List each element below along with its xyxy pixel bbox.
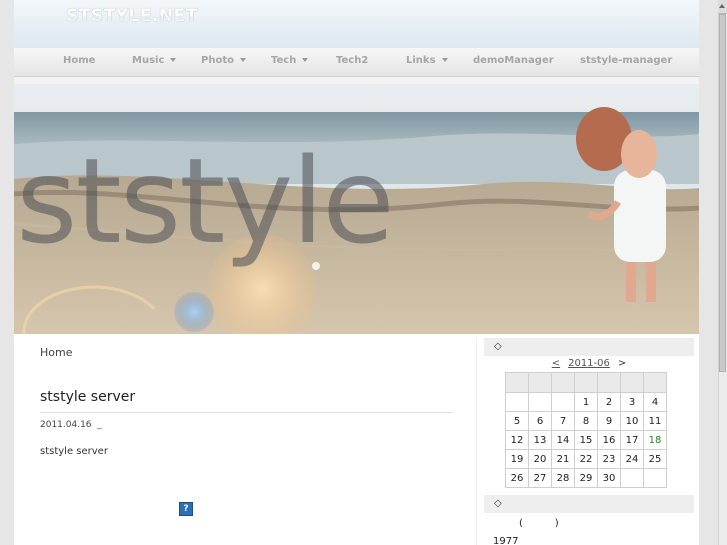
- breadcrumb[interactable]: Home: [40, 346, 72, 359]
- calendar-day-cell: 27: [528, 468, 552, 488]
- banner-title: ststyle: [16, 132, 393, 270]
- calendar-month-link[interactable]: 2011-06: [568, 358, 610, 369]
- nav-spacer: [14, 77, 699, 84]
- title-divider: [40, 412, 453, 413]
- calendar-next-link[interactable]: >: [618, 358, 626, 369]
- calendar-week-row: 5 6 7 8 9 10 11: [505, 411, 667, 431]
- chevron-down-icon: [441, 58, 448, 62]
- calendar-weekday-cell: [597, 372, 621, 393]
- nav-item-ststyle-manager[interactable]: ststyle-manager: [580, 55, 672, 66]
- chevron-down-icon: [170, 58, 177, 62]
- nav-item-tech2[interactable]: Tech2: [336, 55, 368, 66]
- calendar-day-cell: 20: [528, 449, 552, 469]
- post-title[interactable]: ststyle server: [40, 389, 135, 405]
- calendar-weekday-cell: [574, 372, 598, 393]
- sidebar-divider: [476, 338, 477, 545]
- content-area: Home ststyle server 2011.04.16 _ ststyle…: [14, 334, 699, 545]
- calendar-day-cell: [551, 392, 575, 412]
- calendar-day-cell: 4: [643, 392, 667, 412]
- calendar-day-cell: 13: [528, 430, 552, 450]
- scroll-up-arrow-icon[interactable]: [718, 0, 727, 14]
- calendar-day-cell: 28: [551, 468, 575, 488]
- nav-item-music[interactable]: Music: [132, 55, 177, 66]
- calendar-week-row: 12 13 14 15 16 17 18: [505, 430, 667, 450]
- calendar-week-row: 1 2 3 4: [505, 392, 667, 412]
- calendar-weekday-cell: [528, 372, 552, 393]
- page: STSTYLE.NET STSTYLE.NET Home Music Photo…: [14, 0, 699, 545]
- calendar-weekday-cell: [551, 372, 575, 393]
- window-scrollbar[interactable]: [699, 0, 727, 545]
- calendar-day-cell: 7: [551, 411, 575, 431]
- calendar-table: 1 2 3 4 5 6 7 8 9 10 11 12 13 14 15 16 1…: [505, 372, 667, 488]
- profile-year-text: 1977: [493, 536, 519, 545]
- site-header: STSTYLE.NET STSTYLE.NET: [14, 0, 699, 48]
- beach-photo: ststyle: [14, 84, 699, 334]
- calendar-weekday-cell: [505, 372, 529, 393]
- calendar-day-cell: 1: [574, 392, 598, 412]
- help-icon[interactable]: ?: [179, 502, 193, 516]
- post-body: ststyle server: [40, 446, 108, 457]
- calendar-day-cell: 3: [620, 392, 644, 412]
- diamond-icon: ◇: [494, 498, 502, 509]
- calendar-day-cell: 19: [505, 449, 529, 469]
- calendar-day-cell: 11: [643, 411, 667, 431]
- calendar-day-cell: 22: [574, 449, 598, 469]
- calendar-day-cell: 25: [643, 449, 667, 469]
- header-banner-image: ststyle: [14, 84, 699, 334]
- calendar-prev-link[interactable]: <: [552, 358, 560, 369]
- calendar-day-cell: 2: [597, 392, 621, 412]
- calendar-day-cell: [643, 468, 667, 488]
- main-nav: Home Music Photo Tech Tech2 Links demoMa…: [14, 48, 699, 77]
- calendar-day-cell: 6: [528, 411, 552, 431]
- calendar-day-cell: [505, 392, 529, 412]
- calendar-day-cell: 15: [574, 430, 598, 450]
- nav-item-photo[interactable]: Photo: [201, 55, 246, 66]
- diamond-icon: ◇: [494, 341, 502, 352]
- calendar-day-cell: 24: [620, 449, 644, 469]
- site-logo-reflection: STSTYLE.NET: [66, 13, 198, 24]
- calendar-day-cell: 14: [551, 430, 575, 450]
- calendar-weekday-cell: [620, 372, 644, 393]
- calendar-day-cell: 26: [505, 468, 529, 488]
- calendar-day-cell: [620, 468, 644, 488]
- calendar-widget-header: ◇: [484, 338, 694, 356]
- calendar-day-cell: 23: [597, 449, 621, 469]
- nav-item-demomanager[interactable]: demoManager: [473, 55, 554, 66]
- calendar-day-cell: 29: [574, 468, 598, 488]
- nav-item-tech[interactable]: Tech: [271, 55, 309, 66]
- chevron-down-icon: [302, 58, 309, 62]
- calendar-day-cell: 21: [551, 449, 575, 469]
- calendar-day-cell: 5: [505, 411, 529, 431]
- nav-item-links[interactable]: Links: [406, 55, 448, 66]
- calendar-day-today[interactable]: 18: [643, 430, 667, 450]
- chevron-down-icon: [239, 58, 246, 62]
- calendar-header-row: [505, 372, 667, 393]
- calendar-day-cell: 30: [597, 468, 621, 488]
- profile-paren-text: ( ): [519, 518, 559, 529]
- profile-widget-header: ◇: [484, 495, 694, 513]
- calendar-week-row: 19 20 21 22 23 24 25: [505, 449, 667, 469]
- calendar-day-cell: 16: [597, 430, 621, 450]
- calendar-day-cell: 17: [620, 430, 644, 450]
- calendar-day-cell: 12: [505, 430, 529, 450]
- calendar-day-cell: 9: [597, 411, 621, 431]
- calendar-day-cell: [528, 392, 552, 412]
- nav-item-home[interactable]: Home: [63, 55, 95, 66]
- calendar-week-row: 26 27 28 29 30: [505, 468, 667, 488]
- post-date: 2011.04.16 _: [40, 420, 102, 430]
- calendar-weekday-cell: [643, 372, 667, 393]
- scrollbar-thumb[interactable]: [719, 14, 726, 372]
- calendar-day-cell: 10: [620, 411, 644, 431]
- calendar-day-cell: 8: [574, 411, 598, 431]
- calendar-nav: <2011-06 >: [484, 358, 694, 369]
